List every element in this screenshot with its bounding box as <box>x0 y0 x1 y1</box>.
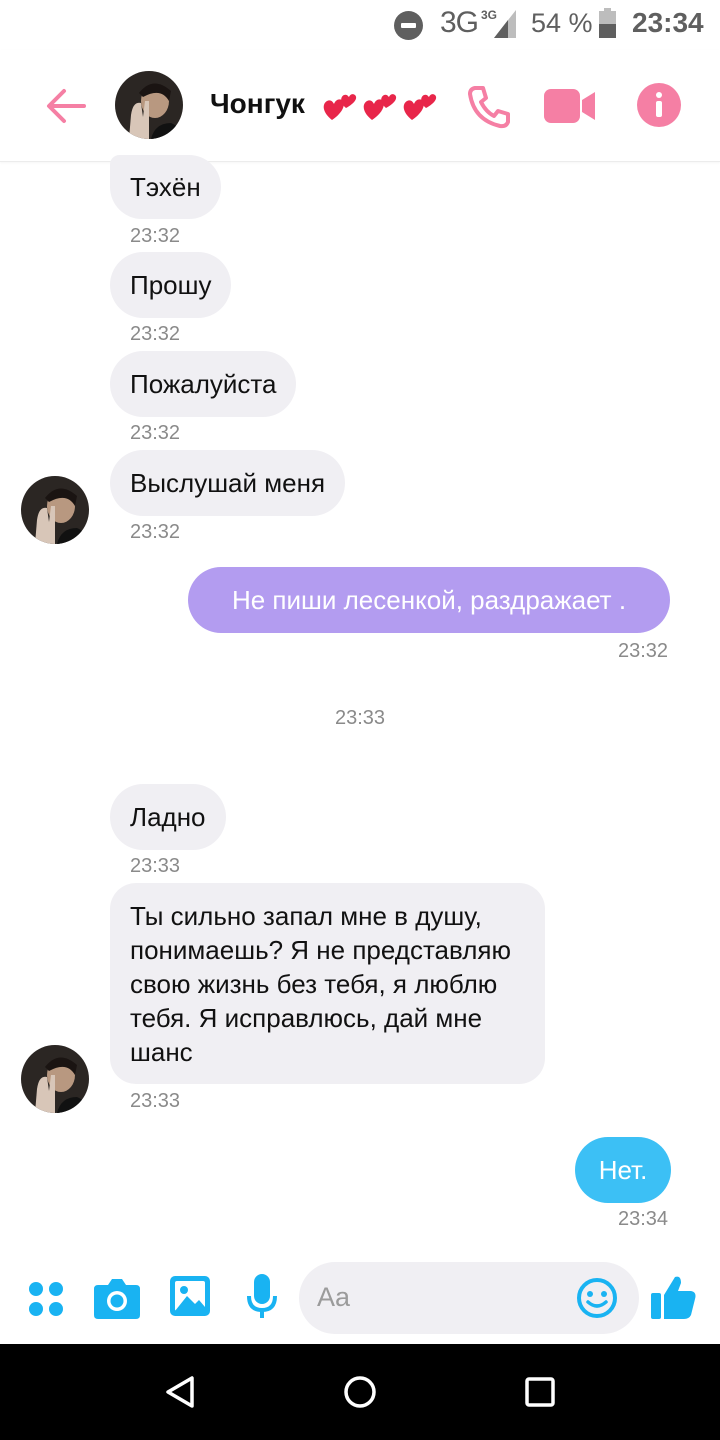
network-type: 3G <box>440 6 479 39</box>
gallery-icon[interactable] <box>170 1276 210 1316</box>
contact-avatar[interactable] <box>21 476 89 544</box>
two-hearts-icon <box>363 94 397 120</box>
incoming-message[interactable]: Пожалуйста <box>110 351 297 417</box>
time-divider: 23:33 <box>334 707 386 729</box>
message-time: 23:34 <box>618 1208 669 1230</box>
incoming-message[interactable]: Ладно <box>110 784 226 850</box>
message-composer: Aa <box>0 1258 720 1344</box>
incoming-message[interactable]: Выслушай меня <box>110 450 346 516</box>
clock: 23:34 <box>632 7 704 38</box>
incoming-message[interactable]: Тэхён <box>110 155 221 219</box>
contact-avatar[interactable] <box>115 71 183 139</box>
recents-nav-icon[interactable] <box>520 1372 560 1412</box>
two-hearts-icon <box>403 94 437 120</box>
back-nav-icon[interactable] <box>160 1372 200 1412</box>
status-bar: 3G 3G 54 % 23:34 <box>0 0 720 50</box>
apps-menu-icon[interactable] <box>28 1281 64 1317</box>
two-hearts-icon <box>323 94 357 120</box>
outgoing-message[interactable]: Не пиши лесенкой, раздражает . <box>188 567 670 633</box>
back-arrow-icon[interactable] <box>44 84 88 128</box>
input-placeholder: Aa <box>317 1282 351 1312</box>
message-time: 23:33 <box>130 1090 181 1112</box>
signal-icon <box>494 10 516 38</box>
hearts-emoji <box>320 86 438 124</box>
video-call-icon[interactable] <box>543 86 597 126</box>
contact-avatar[interactable] <box>21 1045 89 1113</box>
message-time: 23:32 <box>130 521 181 543</box>
incoming-message[interactable]: Прошу <box>110 252 232 318</box>
thumbs-up-icon[interactable] <box>651 1273 697 1321</box>
contact-name[interactable]: Чонгук <box>210 88 305 120</box>
battery-percent: 54 % <box>531 8 593 38</box>
message-input[interactable]: Aa <box>299 1262 639 1334</box>
message-time: 23:32 <box>130 422 181 444</box>
emoji-icon[interactable] <box>576 1277 618 1319</box>
microphone-icon[interactable] <box>247 1274 277 1320</box>
message-time: 23:32 <box>130 225 181 247</box>
message-time: 23:32 <box>130 323 181 345</box>
incoming-message[interactable]: Ты сильно запал мне в душу, понимаешь? Я… <box>110 883 545 1084</box>
home-nav-icon[interactable] <box>340 1372 380 1412</box>
outgoing-message[interactable]: Нет. <box>575 1137 671 1203</box>
phone-call-icon[interactable] <box>466 84 512 130</box>
conversation-header: Чонгук <box>0 50 720 162</box>
message-time: 23:32 <box>618 640 669 662</box>
do-not-disturb-icon <box>394 11 423 40</box>
message-time: 23:33 <box>130 855 181 877</box>
camera-icon[interactable] <box>94 1277 140 1319</box>
battery-icon <box>599 8 616 38</box>
info-icon[interactable] <box>637 83 681 127</box>
system-nav-bar <box>0 1344 720 1440</box>
